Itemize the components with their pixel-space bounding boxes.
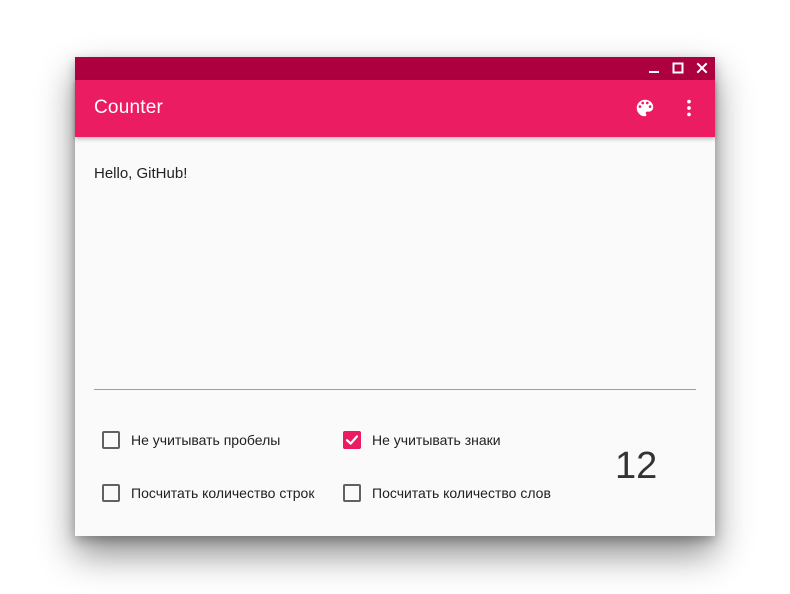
text-area-underline <box>94 389 696 390</box>
count-result: 12 <box>615 445 658 487</box>
palette-icon <box>636 99 654 117</box>
checkbox-count-lines[interactable] <box>102 484 120 502</box>
checkbox-ignore-spaces[interactable] <box>102 431 120 449</box>
option-ignore-punctuation[interactable]: Не учитывать знаки <box>343 431 501 449</box>
minimize-button[interactable] <box>647 61 661 75</box>
option-label: Не учитывать пробелы <box>131 432 281 448</box>
window-title-bar <box>75 57 715 80</box>
theme-button[interactable] <box>633 96 657 120</box>
option-label: Посчитать количество строк <box>131 485 315 501</box>
checkmark-icon <box>345 435 359 445</box>
checkbox-ignore-punctuation[interactable] <box>343 431 361 449</box>
window-controls <box>647 61 709 75</box>
option-label: Не учитывать знаки <box>372 432 501 448</box>
close-button[interactable] <box>695 61 709 75</box>
text-input-area[interactable]: Hello, GitHub! <box>94 165 696 389</box>
option-count-lines[interactable]: Посчитать количество строк <box>102 484 314 502</box>
maximize-icon <box>672 62 684 74</box>
app-bar: Counter <box>75 80 715 137</box>
option-count-words[interactable]: Посчитать количество слов <box>343 484 551 502</box>
close-icon <box>696 62 708 74</box>
app-window: Counter Hello, GitHub! Не учитывать проб… <box>75 57 715 536</box>
app-bar-actions <box>633 96 701 120</box>
checkbox-count-words[interactable] <box>343 484 361 502</box>
more-vert-icon <box>687 99 691 117</box>
minimize-icon <box>649 71 659 73</box>
more-options-button[interactable] <box>677 96 701 120</box>
maximize-button[interactable] <box>671 61 685 75</box>
content-area: Hello, GitHub! Не учитывать пробелы Не у… <box>75 137 715 536</box>
app-title: Counter <box>94 97 163 118</box>
option-label: Посчитать количество слов <box>372 485 551 501</box>
option-ignore-spaces[interactable]: Не учитывать пробелы <box>102 431 280 449</box>
